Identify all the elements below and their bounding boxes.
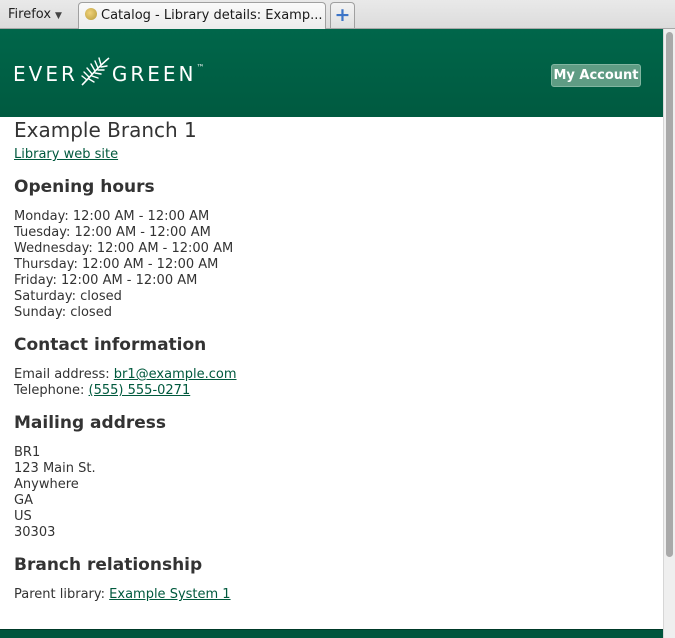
- phone-line: Telephone: (555) 555-0271: [14, 383, 644, 399]
- site-footer: [0, 629, 663, 638]
- chevron-down-icon: ▼: [55, 11, 62, 21]
- contact-list: Email address: br1@example.com Telephone…: [14, 367, 644, 399]
- hours-line: Monday: 12:00 AM - 12:00 AM: [14, 209, 210, 224]
- address-line: Anywhere: [14, 477, 79, 492]
- email-label: Email address:: [14, 367, 110, 382]
- logo-trademark: ™: [196, 62, 205, 72]
- page-title: Example Branch 1: [14, 118, 197, 142]
- branch-relationship-heading: Branch relationship: [14, 555, 203, 575]
- page-viewport: EVER GREEN ™ My Account Example Branch 1 …: [0, 29, 663, 638]
- favicon-icon: [85, 8, 97, 20]
- library-details: Example Branch 1 Library web site Openin…: [14, 118, 644, 603]
- branch-relationship-section: Branch relationship Parent library: Exam…: [14, 554, 644, 603]
- parent-library-label: Parent library:: [14, 587, 106, 602]
- phone-link[interactable]: (555) 555-0271: [89, 383, 191, 398]
- browser-tab-catalog[interactable]: Catalog - Library details: Examp...: [78, 2, 326, 29]
- fern-leaf-icon: [81, 57, 110, 86]
- address-line: BR1: [14, 445, 41, 460]
- firefox-menu-label: Firefox: [8, 7, 52, 22]
- scrollbar-thumb[interactable]: [666, 32, 673, 557]
- phone-label: Telephone:: [14, 383, 85, 398]
- branch-relationship-list: Parent library: Example System 1: [14, 587, 644, 603]
- my-account-button[interactable]: My Account: [551, 64, 641, 87]
- opening-hours-heading: Opening hours: [14, 177, 155, 197]
- plus-icon: +: [334, 4, 351, 26]
- browser-tab-strip: Firefox ▼ Catalog - Library details: Exam…: [0, 0, 675, 29]
- hours-line: Sunday: closed: [14, 305, 112, 320]
- mailing-address-heading: Mailing address: [14, 413, 167, 433]
- firefox-menu-button[interactable]: Firefox ▼: [0, 0, 70, 29]
- mailing-address-list: BR1 123 Main St. Anywhere GA US 30303: [14, 445, 644, 541]
- opening-hours-list: Monday: 12:00 AM - 12:00 AM Tuesday: 12:…: [14, 209, 644, 321]
- parent-library-link[interactable]: Example System 1: [109, 587, 230, 602]
- address-line: US: [14, 509, 32, 524]
- new-tab-button[interactable]: +: [330, 2, 355, 28]
- logo-text-right: GREEN: [111, 62, 197, 86]
- address-line: 30303: [14, 525, 56, 540]
- email-line: Email address: br1@example.com: [14, 367, 644, 383]
- address-line: 123 Main St.: [14, 461, 96, 476]
- hours-line: Friday: 12:00 AM - 12:00 AM: [14, 273, 198, 288]
- vertical-scrollbar[interactable]: [663, 29, 675, 638]
- mailing-address-section: Mailing address BR1 123 Main St. Anywher…: [14, 412, 644, 541]
- email-link[interactable]: br1@example.com: [114, 367, 237, 382]
- site-header: EVER GREEN ™ My Account: [0, 29, 663, 117]
- contact-section: Contact information Email address: br1@e…: [14, 334, 644, 399]
- opening-hours-section: Opening hours Monday: 12:00 AM - 12:00 A…: [14, 176, 644, 321]
- library-website-link[interactable]: Library web site: [14, 147, 644, 163]
- contact-heading: Contact information: [14, 335, 207, 355]
- address-line: GA: [14, 493, 33, 508]
- hours-line: Tuesday: 12:00 AM - 12:00 AM: [14, 225, 211, 240]
- logo-text-left: EVER: [13, 62, 78, 86]
- evergreen-logo[interactable]: EVER GREEN ™: [13, 57, 205, 91]
- hours-line: Saturday: closed: [14, 289, 122, 304]
- hours-line: Thursday: 12:00 AM - 12:00 AM: [14, 257, 219, 272]
- tab-title: Catalog - Library details: Examp...: [101, 8, 323, 23]
- parent-library-line: Parent library: Example System 1: [14, 587, 644, 603]
- hours-line: Wednesday: 12:00 AM - 12:00 AM: [14, 241, 234, 256]
